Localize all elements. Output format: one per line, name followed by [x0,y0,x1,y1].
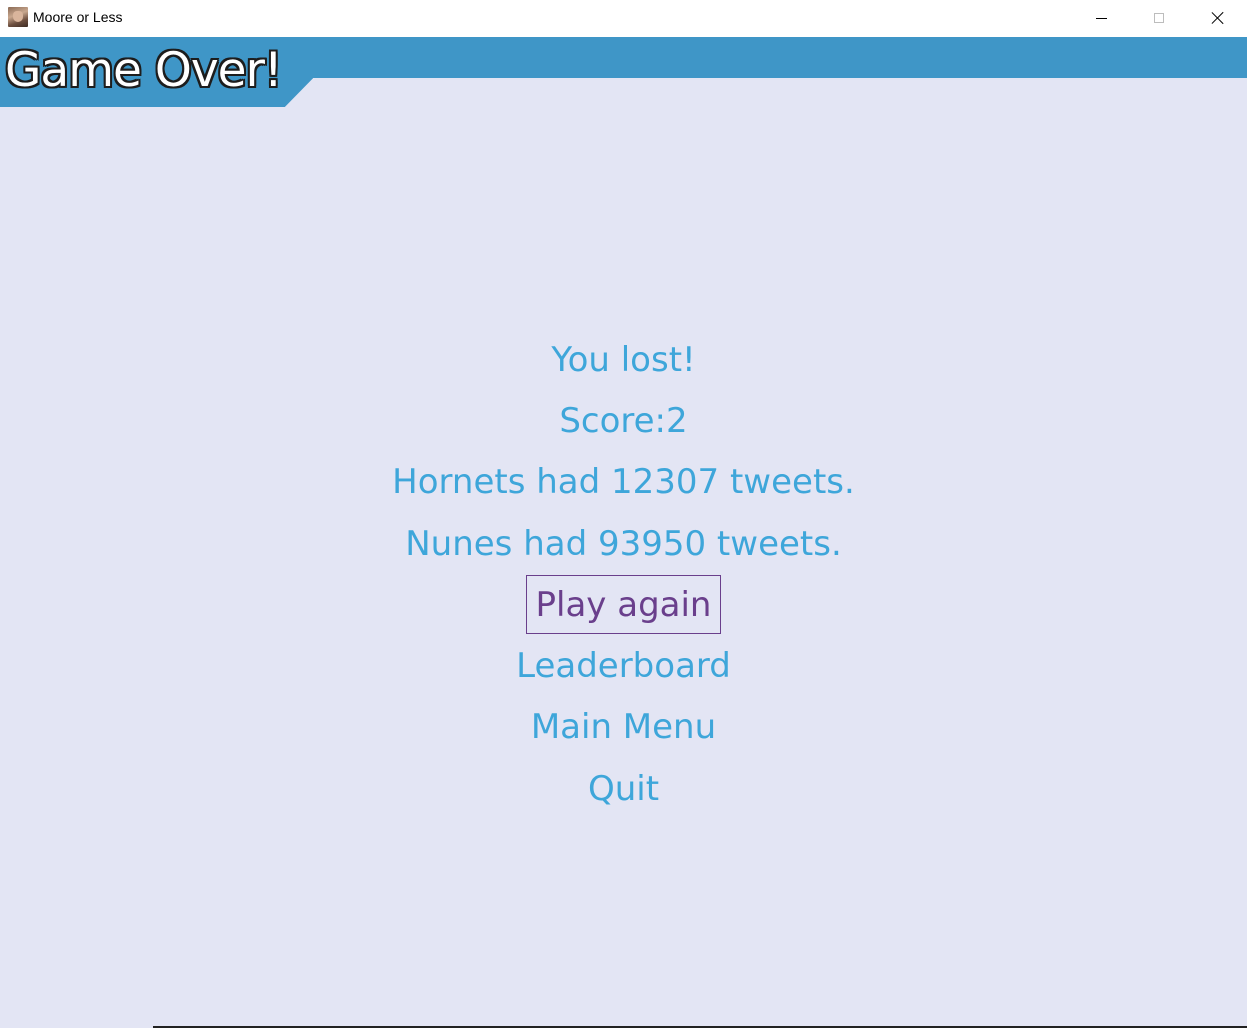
portrait-icon [8,7,28,27]
close-button[interactable] [1189,0,1247,36]
maximize-icon [1154,13,1164,23]
minimize-button[interactable] [1072,0,1130,36]
game-over-title: Game Over! [5,43,283,98]
maximize-button[interactable] [1130,0,1188,36]
leaderboard-button[interactable]: Leaderboard [516,635,731,696]
result-message: You lost! [551,339,696,380]
window-title: Moore or Less [33,9,123,25]
quit-button[interactable]: Quit [588,758,659,819]
window-titlebar: Moore or Less [0,0,1247,37]
score-text: Score:2 [559,400,688,441]
play-again-button[interactable]: Play again [525,575,722,635]
game-over-menu: You lost! Score:2 Hornets had 12307 twee… [0,329,1247,819]
close-icon [1211,11,1225,25]
main-menu-button[interactable]: Main Menu [531,697,716,758]
fact-text-1: Hornets had 12307 tweets. [392,462,855,503]
minimize-icon [1095,17,1107,19]
fact-text-2: Nunes had 93950 tweets. [405,523,842,564]
